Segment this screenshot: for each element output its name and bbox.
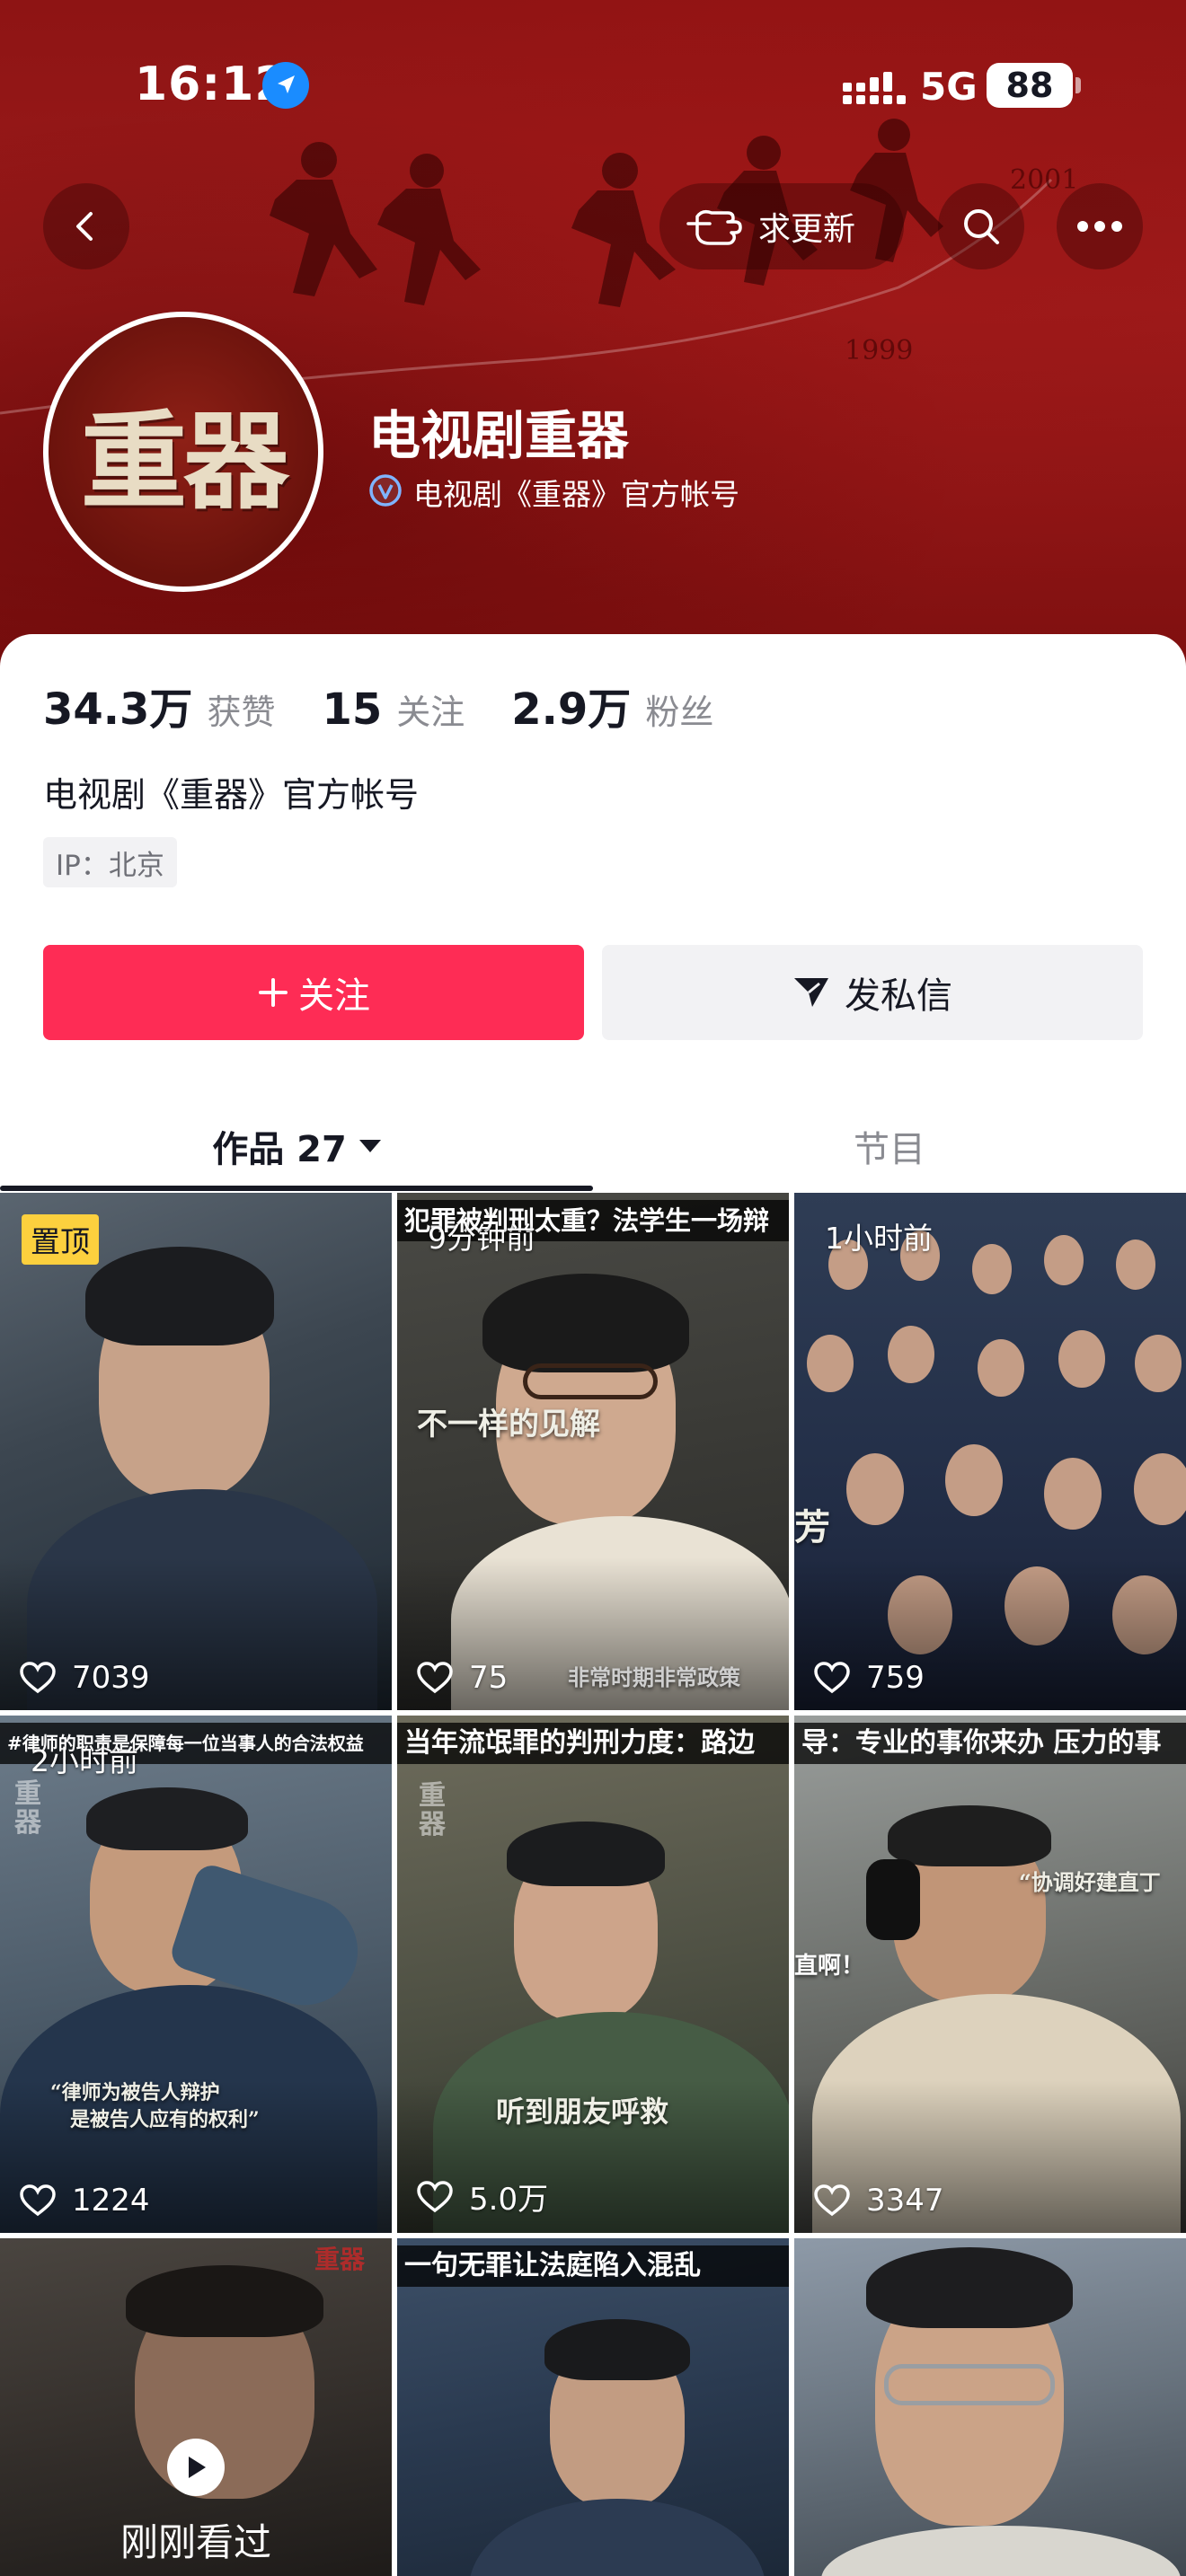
ip-location-chip: IP：北京 bbox=[43, 837, 177, 887]
battery-indicator: 88 bbox=[987, 63, 1073, 108]
following-count[interactable]: 15 bbox=[322, 684, 382, 735]
video-thumbnail[interactable]: 一句无罪让法庭陷入混乱 bbox=[397, 2238, 789, 2576]
cellular-signal-icon bbox=[843, 72, 906, 104]
heart-icon bbox=[814, 1662, 850, 1694]
location-arrow-icon bbox=[262, 62, 309, 109]
likes-count-label: 759 bbox=[866, 1660, 925, 1696]
video-title-banner: 一句无罪让法庭陷入混乱 bbox=[397, 2245, 789, 2287]
video-likes: 1224 bbox=[20, 2183, 150, 2219]
following-label[interactable]: 关注 bbox=[396, 684, 465, 734]
heart-icon bbox=[417, 1662, 453, 1694]
more-options-button[interactable] bbox=[1057, 183, 1143, 269]
svg-text:1999: 1999 bbox=[845, 335, 913, 366]
posted-time: 1小时前 bbox=[825, 1221, 933, 1256]
video-thumbnail[interactable]: #律师的职责是保障每一位当事人的合法权益 2小时前 重器 “律师为被告人辩护 是… bbox=[0, 1716, 392, 2233]
likes-count-label: 7039 bbox=[72, 1660, 150, 1696]
profile-avatar[interactable]: 重器 bbox=[43, 312, 323, 592]
drama-watermark: 重器 bbox=[314, 2245, 366, 2274]
active-tab-indicator bbox=[0, 1186, 593, 1191]
verified-badge-icon bbox=[369, 474, 402, 507]
followers-label[interactable]: 粉丝 bbox=[645, 684, 713, 734]
caret-down-icon bbox=[358, 1140, 381, 1152]
profile-stats: 34.3万 获赞 15 关注 2.9万 粉丝 bbox=[43, 674, 760, 737]
video-title-banner: 导：专业的事你来办 压力的事 bbox=[794, 1723, 1186, 1764]
heart-icon bbox=[20, 1662, 56, 1694]
recently-viewed-label: 刚刚看过 bbox=[119, 2520, 271, 2564]
video-thumbnail[interactable]: 1小时前 芳 759 bbox=[794, 1193, 1186, 1710]
recently-viewed-overlay: 刚刚看过 bbox=[0, 2405, 392, 2576]
video-caption: “律师为被告人辩护 bbox=[50, 2081, 220, 2104]
video-thumbnail[interactable]: 置顶 7039 bbox=[0, 1193, 392, 1710]
heart-icon bbox=[814, 2184, 850, 2217]
profile-tabs: 作品 27 节目 bbox=[0, 1101, 1186, 1195]
follow-label: 关注 bbox=[298, 975, 370, 1017]
video-likes: 5.0万 bbox=[417, 2175, 548, 2219]
video-thumbnail[interactable]: 当年流氓罪的判刑力度：路边 重器 听到朋友呼救 5.0万 bbox=[397, 1716, 789, 2233]
video-likes: 3347 bbox=[814, 2183, 944, 2219]
chevron-left-icon bbox=[76, 212, 93, 241]
drama-watermark: 重器 bbox=[419, 1780, 446, 1840]
send-message-button[interactable]: 发私信 bbox=[602, 945, 1143, 1040]
tab-works-label: 作品 27 bbox=[212, 1129, 347, 1170]
video-caption: “协调好建直丁 bbox=[1019, 1869, 1161, 1895]
heart-icon bbox=[20, 2184, 56, 2217]
posted-time: 2小时前 bbox=[31, 1743, 138, 1778]
pinned-badge: 置顶 bbox=[22, 1214, 99, 1265]
likes-count-label: 75 bbox=[469, 1660, 509, 1696]
video-title-banner: 当年流氓罪的判刑力度：路边 bbox=[397, 1723, 789, 1764]
pointing-hand-icon bbox=[686, 209, 742, 245]
tab-works[interactable]: 作品 27 bbox=[0, 1101, 593, 1191]
request-update-button[interactable]: 求更新 bbox=[659, 183, 904, 269]
likes-count-label: 3347 bbox=[866, 2183, 944, 2219]
avatar-logo-text: 重器 bbox=[80, 398, 289, 524]
heart-icon bbox=[417, 2180, 453, 2212]
video-caption-secondary: 直啊！ bbox=[794, 1953, 865, 1980]
verification-label: 电视剧《重器》官方帐号 bbox=[413, 477, 739, 512]
video-thumbnail[interactable] bbox=[794, 2238, 1186, 2576]
video-thumbnail[interactable]: 犯罪被判刑太重？法学生一场辩 9分钟前 不一样的见解 非常时期非常政策 75 bbox=[397, 1193, 789, 1710]
more-dots-icon bbox=[1077, 221, 1122, 232]
network-type: 5G bbox=[920, 65, 978, 109]
posted-time: 9分钟前 bbox=[428, 1221, 535, 1256]
video-likes: 759 bbox=[814, 1660, 925, 1696]
drama-watermark: 重器 bbox=[14, 1778, 41, 1839]
video-caption: 芳 bbox=[794, 1506, 830, 1548]
video-caption-secondary: 非常时期非常政策 bbox=[568, 1665, 740, 1690]
search-icon bbox=[964, 209, 999, 244]
status-bar: 16:12 5G 88 bbox=[0, 0, 1186, 171]
back-button[interactable] bbox=[43, 183, 129, 269]
account-name: 电视剧重器 bbox=[368, 405, 630, 466]
tab-shows-label: 节目 bbox=[854, 1129, 925, 1170]
request-update-label: 求更新 bbox=[758, 211, 856, 248]
video-caption-secondary: 是被告人应有的权利” bbox=[70, 2108, 260, 2131]
send-arrow-icon bbox=[794, 978, 828, 1007]
tab-shows[interactable]: 节目 bbox=[593, 1101, 1186, 1191]
video-likes: 75 bbox=[417, 1660, 508, 1696]
plus-icon bbox=[259, 978, 288, 1007]
search-button[interactable] bbox=[938, 183, 1024, 269]
video-likes: 7039 bbox=[20, 1660, 150, 1696]
video-caption: 不一样的见解 bbox=[417, 1407, 600, 1442]
video-grid: 置顶 7039 犯罪被判刑太重？法学生一场辩 9分钟前 不一样的见解 非常时期非… bbox=[0, 1193, 1186, 2576]
followers-count[interactable]: 2.9万 bbox=[511, 674, 631, 737]
likes-label[interactable]: 获赞 bbox=[207, 684, 275, 734]
likes-count-label: 1224 bbox=[72, 2183, 150, 2219]
likes-count[interactable]: 34.3万 bbox=[43, 674, 192, 737]
video-caption: 听到朋友呼救 bbox=[496, 2095, 669, 2129]
profile-bio: 电视剧《重器》官方帐号 bbox=[43, 775, 420, 815]
send-message-label: 发私信 bbox=[845, 975, 952, 1017]
follow-button[interactable]: 关注 bbox=[43, 945, 584, 1040]
battery-tip bbox=[1075, 77, 1081, 93]
video-thumbnail[interactable]: 重器 刚刚看过 bbox=[0, 2238, 392, 2576]
video-thumbnail[interactable]: 导：专业的事你来办 压力的事 “协调好建直丁 直啊！ 3347 bbox=[794, 1716, 1186, 2233]
likes-count-label: 5.0万 bbox=[469, 2182, 549, 2218]
play-icon bbox=[167, 2439, 225, 2496]
